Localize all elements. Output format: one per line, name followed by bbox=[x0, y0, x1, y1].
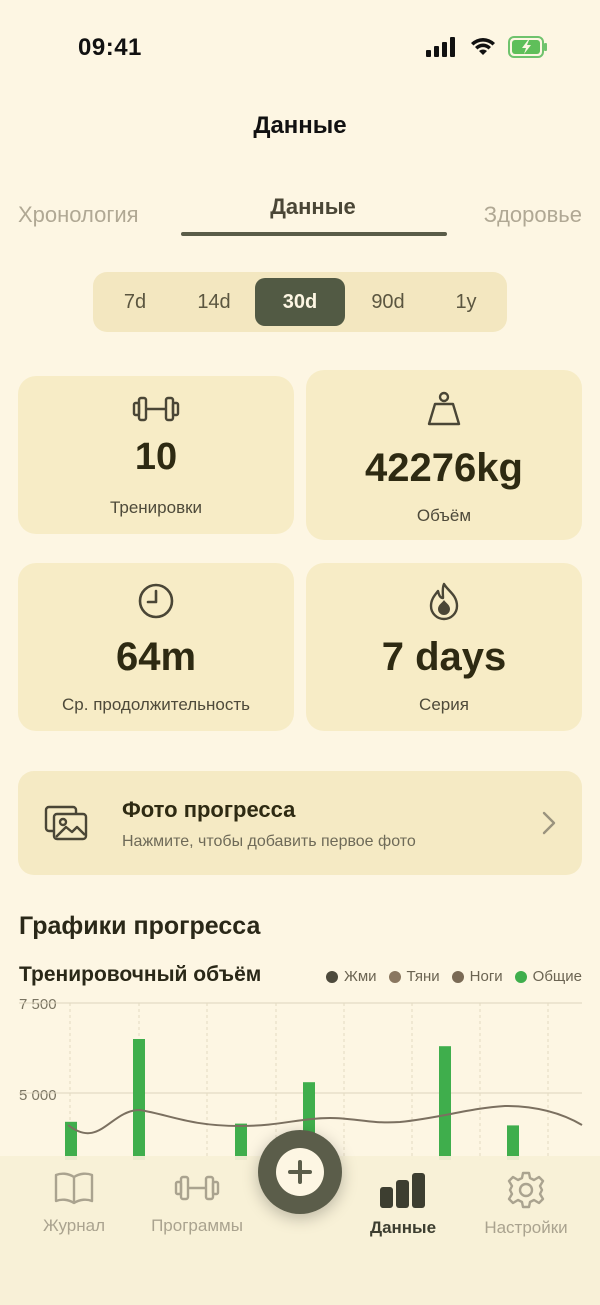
progress-photos-card[interactable]: Фото прогресса Нажмите, чтобы добавить п… bbox=[18, 771, 582, 875]
workouts-value: 10 bbox=[134, 436, 178, 478]
tab-health[interactable]: Здоровье bbox=[484, 202, 582, 228]
photos-icon bbox=[44, 805, 88, 841]
add-workout-button[interactable] bbox=[258, 1130, 342, 1214]
volume-label: Объём bbox=[416, 506, 472, 525]
chart-bar bbox=[235, 1123, 247, 1160]
range-1y[interactable]: 1y bbox=[429, 278, 503, 326]
flame-icon bbox=[429, 582, 459, 621]
tab-settings[interactable]: Настройки bbox=[466, 1168, 586, 1238]
y-tick-label: 7 500 bbox=[19, 996, 57, 1013]
status-icons bbox=[426, 36, 548, 58]
stat-card-volume: 42276kg Объём bbox=[306, 370, 582, 540]
clock-icon bbox=[138, 583, 174, 619]
y-tick-label: 5 000 bbox=[19, 1087, 57, 1104]
plus-icon bbox=[288, 1160, 312, 1184]
chart-legend: Жми Тяни Ноги Общие bbox=[325, 968, 582, 985]
stat-card-duration: 64m Ср. продолжительность bbox=[18, 563, 294, 731]
chart-title: Тренировочный объём bbox=[19, 963, 262, 986]
tab-data[interactable]: Данные bbox=[180, 194, 446, 220]
page-title: Данные bbox=[253, 112, 347, 139]
legend-label: Жми bbox=[343, 968, 377, 985]
status-bar: 09:41 bbox=[0, 0, 600, 100]
top-tabs: Хронология Данные Здоровье bbox=[0, 190, 600, 240]
status-time: 09:41 bbox=[78, 34, 142, 61]
legend-item: Общие bbox=[514, 968, 582, 985]
progress-photos-title: Фото прогресса bbox=[122, 797, 296, 822]
progress-charts-heading: Графики прогресса bbox=[19, 912, 261, 940]
stat-card-workouts: 10 Тренировки bbox=[18, 376, 294, 534]
weight-icon bbox=[427, 391, 461, 426]
tab-settings-label: Настройки bbox=[484, 1218, 568, 1237]
legend-dot bbox=[325, 970, 338, 983]
duration-label: Ср. продолжительность bbox=[62, 695, 250, 714]
legend-item: Тяни bbox=[388, 968, 440, 985]
chart-bar bbox=[133, 1039, 145, 1160]
book-icon bbox=[54, 1172, 94, 1205]
dumbbell-icon bbox=[132, 396, 180, 422]
legend-item: Жми bbox=[325, 968, 377, 985]
tab-programs-label: Программы bbox=[151, 1216, 243, 1235]
legend-item: Ноги bbox=[451, 968, 503, 985]
legend-label: Тяни bbox=[406, 968, 440, 985]
range-90d[interactable]: 90d bbox=[347, 278, 429, 326]
progress-photos-subtitle: Нажмите, чтобы добавить первое фото bbox=[122, 833, 416, 850]
legend-dot bbox=[514, 970, 527, 983]
tab-timeline[interactable]: Хронология bbox=[18, 202, 139, 228]
chart-bar bbox=[439, 1046, 451, 1160]
streak-value: 7 days bbox=[381, 635, 507, 679]
chevron-right-icon bbox=[542, 811, 556, 835]
chart-bar bbox=[507, 1125, 519, 1160]
stat-card-streak: 7 days Серия bbox=[306, 563, 582, 731]
signal-icon bbox=[426, 37, 455, 57]
tab-data-nav[interactable]: Данные bbox=[343, 1168, 463, 1238]
bar-chart-icon bbox=[380, 1173, 425, 1208]
dumbbell-icon bbox=[174, 1175, 220, 1201]
streak-label: Серия bbox=[419, 695, 469, 714]
range-7d[interactable]: 7d bbox=[97, 278, 173, 326]
tab-journal-label: Журнал bbox=[42, 1216, 106, 1235]
range-14d[interactable]: 14d bbox=[173, 278, 255, 326]
range-30d[interactable]: 30d bbox=[255, 278, 345, 326]
legend-label: Ноги bbox=[469, 968, 503, 985]
range-selector: 7d 14d 30d 90d 1y bbox=[93, 272, 507, 332]
duration-value: 64m bbox=[115, 635, 197, 679]
volume-value: 42276kg bbox=[365, 446, 523, 490]
legend-label: Общие bbox=[532, 968, 582, 985]
tab-programs[interactable]: Программы bbox=[137, 1166, 257, 1236]
wifi-icon bbox=[471, 38, 495, 55]
workouts-label: Тренировки bbox=[109, 498, 203, 517]
legend-dot bbox=[388, 970, 401, 983]
battery-icon bbox=[508, 36, 547, 58]
active-tab-indicator bbox=[181, 232, 447, 236]
tab-journal[interactable]: Журнал bbox=[14, 1166, 134, 1236]
tab-data-label: Данные bbox=[369, 1218, 437, 1237]
trend-line bbox=[67, 1104, 583, 1135]
legend-dot bbox=[451, 970, 464, 983]
gear-icon bbox=[507, 1171, 545, 1209]
